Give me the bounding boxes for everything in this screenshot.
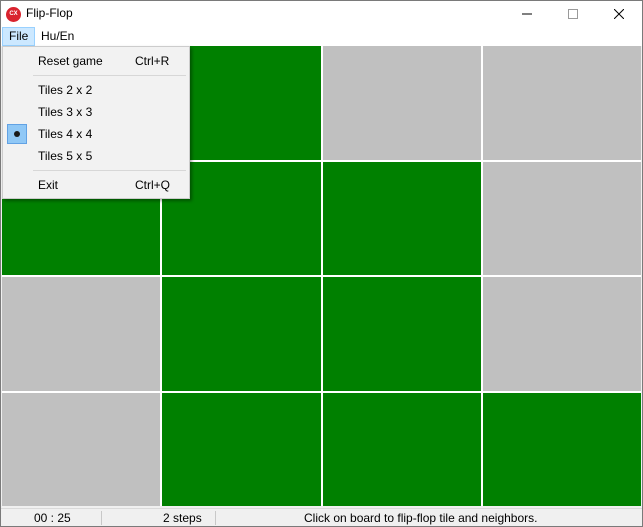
board-tile[interactable]: [2, 277, 160, 391]
board-tile[interactable]: [323, 46, 481, 160]
menu-item-label: Tiles 3 x 3: [38, 105, 93, 119]
menu-item-label: Exit: [38, 178, 59, 192]
status-bar: 00 : 25 2 steps Click on board to flip-f…: [1, 508, 642, 526]
board-tile[interactable]: [483, 46, 641, 160]
menu-separator: [33, 75, 186, 76]
menu-item-label: Reset game: [38, 54, 103, 68]
board-tile[interactable]: [323, 393, 481, 506]
board-tile[interactable]: [323, 277, 481, 391]
minimize-button[interactable]: [504, 1, 550, 27]
menu-item-tiles-4x4[interactable]: Tiles 4 x 4: [5, 123, 187, 145]
menu-item-label: Tiles 5 x 5: [38, 149, 93, 163]
status-steps: 2 steps: [163, 511, 202, 525]
board-tile[interactable]: [2, 393, 160, 506]
menu-item-reset-game[interactable]: Reset game Ctrl+R: [5, 50, 187, 72]
menu-item-tiles-2x2[interactable]: Tiles 2 x 2: [5, 79, 187, 101]
minimize-icon: [522, 13, 532, 15]
window-title: Flip-Flop: [26, 6, 73, 20]
menu-item-shortcut: Ctrl+R: [135, 54, 170, 68]
menu-item-exit[interactable]: Exit Ctrl+Q: [5, 174, 187, 196]
menu-bar: File Hu/En: [1, 27, 642, 46]
title-bar[interactable]: CX Flip-Flop: [1, 1, 642, 27]
status-timer: 00 : 25: [34, 511, 71, 525]
app-window: CX Flip-Flop File Hu/En 00 : 25 2 steps …: [0, 0, 643, 527]
menu-item-tiles-5x5[interactable]: Tiles 5 x 5: [5, 145, 187, 167]
radio-selected-icon: [7, 124, 27, 144]
status-hint: Click on board to flip-flop tile and nei…: [304, 511, 538, 525]
board-tile[interactable]: [483, 277, 641, 391]
file-menu-dropdown: Reset game Ctrl+R Tiles 2 x 2 Tiles 3 x …: [2, 46, 190, 199]
board-tile[interactable]: [483, 162, 641, 275]
board-tile[interactable]: [162, 277, 321, 391]
status-divider: [215, 511, 216, 525]
maximize-icon: [568, 9, 578, 19]
app-icon: CX: [6, 7, 21, 22]
board-tile[interactable]: [483, 393, 641, 506]
close-icon: [614, 9, 624, 19]
menu-file[interactable]: File: [2, 27, 36, 46]
menu-language[interactable]: Hu/En: [34, 27, 81, 46]
close-button[interactable]: [596, 1, 642, 27]
maximize-button[interactable]: [550, 1, 596, 27]
menu-item-label: Tiles 2 x 2: [38, 83, 93, 97]
menu-item-shortcut: Ctrl+Q: [135, 178, 171, 192]
menu-item-tiles-3x3[interactable]: Tiles 3 x 3: [5, 101, 187, 123]
board-tile[interactable]: [162, 393, 321, 506]
menu-item-label: Tiles 4 x 4: [38, 127, 93, 141]
menu-separator: [33, 170, 186, 171]
board-tile[interactable]: [323, 162, 481, 275]
status-divider: [101, 511, 102, 525]
